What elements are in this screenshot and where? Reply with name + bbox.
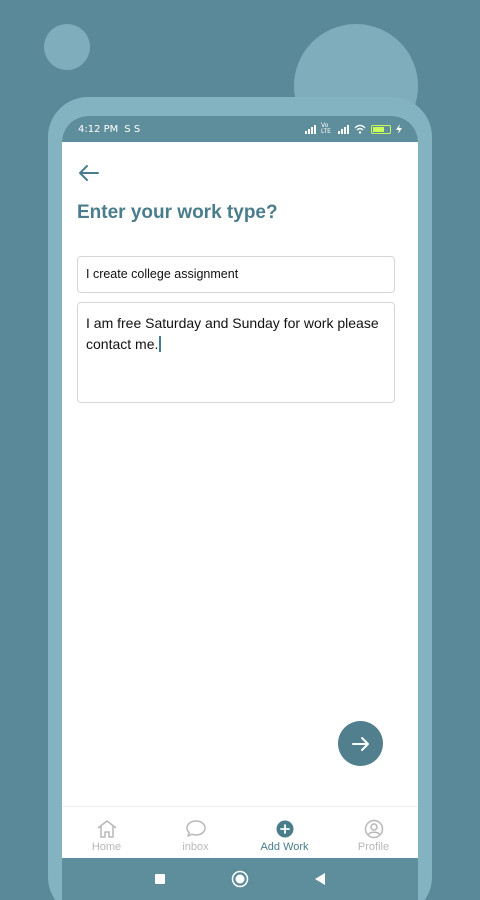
work-type-input[interactable]: I create college assignment [77, 256, 395, 293]
signal-icon [305, 124, 316, 134]
square-icon [155, 874, 165, 884]
home-icon [97, 819, 116, 838]
page-title: Enter your work type? [77, 202, 278, 223]
chat-icon [185, 819, 206, 837]
status-bar: 4:12 PM S S Vo LTE [62, 116, 418, 142]
triangle-back-icon [315, 873, 325, 885]
add-circle-icon [276, 820, 293, 837]
status-time: 4:12 PM [78, 123, 119, 135]
nav-label-profile: Profile [357, 840, 390, 853]
profile-icon [364, 819, 383, 838]
circle-icon [231, 870, 249, 888]
system-navigation-bar [62, 858, 418, 900]
wifi-icon [354, 124, 366, 134]
bottom-navigation: Home inbox Add Work Profile [62, 806, 418, 858]
arrow-right-icon [351, 736, 369, 751]
recents-button[interactable] [151, 870, 169, 888]
back-system-button[interactable] [311, 870, 329, 888]
battery-icon [371, 124, 391, 134]
nav-label-add-work: Add Work [260, 840, 309, 853]
nav-item-profile[interactable]: Profile [329, 807, 418, 858]
nav-item-inbox[interactable]: inbox [151, 807, 240, 858]
nav-item-add-work[interactable]: Add Work [240, 807, 329, 858]
description-text: I am free Saturday and Sunday for work p… [86, 315, 379, 352]
next-button[interactable] [338, 721, 383, 766]
nav-item-home[interactable]: Home [62, 807, 151, 858]
nav-label-inbox: inbox [182, 840, 209, 853]
phone-screen: 4:12 PM S S Vo LTE Enter your work type?… [62, 116, 418, 900]
back-arrow-icon[interactable] [76, 162, 102, 184]
description-textarea[interactable]: I am free Saturday and Sunday for work p… [77, 302, 395, 403]
charging-icon [396, 124, 402, 134]
network-label: Vo LTE [321, 122, 331, 135]
nav-label-home: Home [91, 840, 122, 853]
home-system-button[interactable] [231, 870, 249, 888]
text-cursor [159, 336, 162, 352]
status-notification-icons: S S [124, 123, 141, 135]
background-circle-small [44, 24, 90, 70]
signal-icon-2 [338, 124, 349, 134]
